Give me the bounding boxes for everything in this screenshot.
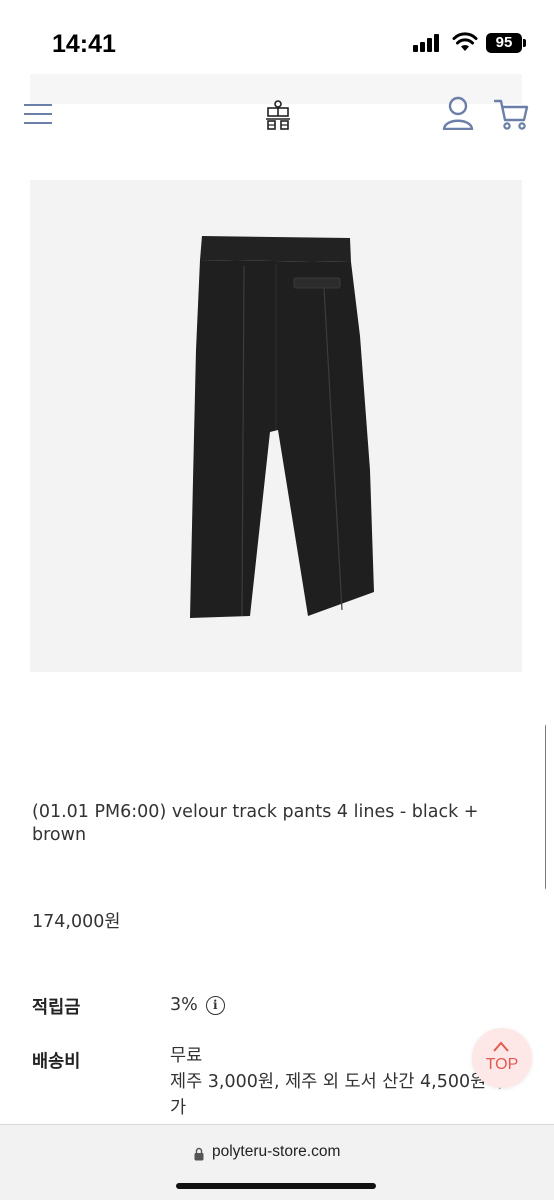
info-icon[interactable]: i xyxy=(205,996,225,1015)
shipping-note: 제주 3,000원, 제주 외 도서 산간 4,500원 추가 xyxy=(170,1072,508,1118)
home-indicator xyxy=(176,1183,376,1189)
battery-tip xyxy=(523,39,526,47)
scrollbar[interactable] xyxy=(545,724,546,890)
points-value-row: 3% i xyxy=(170,992,225,1018)
product-title: (01.01 PM6:00) velour track pants 4 line… xyxy=(32,802,479,845)
points-value: 3% xyxy=(170,995,198,1015)
status-bar: 14:41 95 xyxy=(0,0,554,74)
scroll-to-top-button[interactable]: TOP xyxy=(472,1028,532,1088)
shipping-info: 무료 제주 3,000원, 제주 외 도서 산간 4,500원 추가 xyxy=(170,1043,510,1121)
site-header xyxy=(8,84,546,150)
points-label: 적립금 xyxy=(32,998,81,1018)
shipping-label: 배송비 xyxy=(32,1052,81,1072)
battery-indicator: 95 xyxy=(486,33,522,53)
product-price: 174,000원 xyxy=(32,912,121,932)
top-button-label: TOP xyxy=(485,1056,519,1073)
lock-icon xyxy=(194,1147,204,1161)
chevron-up-icon xyxy=(493,1041,509,1052)
wifi-icon xyxy=(452,32,478,51)
cellular-signal-icon xyxy=(413,34,443,52)
product-image[interactable] xyxy=(30,180,522,672)
user-account-icon[interactable] xyxy=(442,96,474,130)
url-text[interactable]: polyteru-store.com xyxy=(212,1143,340,1161)
shopping-cart-icon[interactable] xyxy=(494,98,530,130)
hamburger-menu-icon[interactable] xyxy=(24,102,54,126)
browser-address-bar[interactable]: polyteru-store.com xyxy=(0,1124,554,1200)
status-time: 14:41 xyxy=(52,30,116,58)
store-logo[interactable] xyxy=(264,100,292,130)
web-content: (01.01 PM6:00) velour track pants 4 line… xyxy=(8,74,546,1124)
shipping-value: 무료 xyxy=(170,1046,203,1066)
